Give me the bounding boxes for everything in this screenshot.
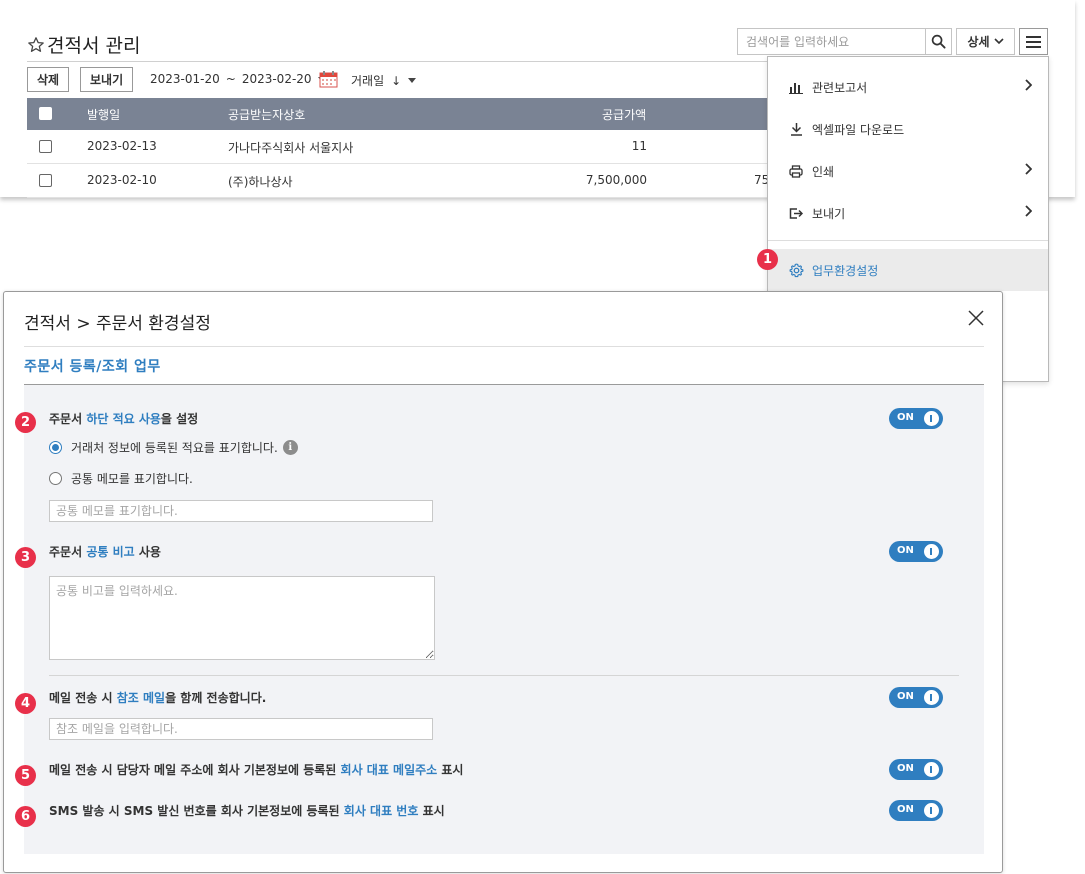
menu-item-export[interactable]: 보내기 bbox=[768, 192, 1048, 234]
settings-modal: 견적서 > 주문서 환경설정 주문서 등록/조회 업무 주문서 하단 적요 사용… bbox=[3, 291, 1003, 873]
rep-email-toggle[interactable]: ON bbox=[889, 759, 943, 780]
export-button[interactable]: 보내기 bbox=[80, 67, 134, 92]
footer-memo-toggle[interactable]: ON bbox=[889, 408, 943, 429]
panel-divider bbox=[49, 675, 959, 676]
header-issue-date: 발행일 bbox=[87, 108, 121, 122]
step-badge-4: 4 bbox=[15, 693, 36, 714]
row-amount: 7,500,000 bbox=[585, 173, 647, 187]
select-all-checkbox[interactable] bbox=[39, 107, 52, 120]
row-company[interactable]: 가나다주식회사 서울지사 bbox=[228, 139, 353, 156]
modal-title: 견적서 > 주문서 환경설정 bbox=[24, 314, 211, 334]
row-checkbox[interactable] bbox=[39, 174, 52, 187]
step-badge-1: 1 bbox=[757, 249, 778, 270]
export-icon bbox=[789, 207, 803, 219]
date-from: 2023-01-20 bbox=[150, 72, 220, 86]
row-amount: 11 bbox=[631, 139, 647, 153]
step-badge-3: 3 bbox=[15, 547, 36, 568]
step-badge-5: 5 bbox=[15, 765, 36, 786]
option-rep-number-label: SMS 발송 시 SMS 발신 번호를 회사 기본정보에 등록된 회사 대표 번… bbox=[49, 804, 445, 818]
search-input[interactable] bbox=[737, 28, 926, 55]
header-company: 공급받는자상호 bbox=[228, 108, 306, 122]
close-icon bbox=[968, 309, 984, 326]
menu-item-related-reports[interactable]: 관련보고서 bbox=[768, 66, 1048, 108]
row-company[interactable]: (주)하나상사 bbox=[228, 173, 293, 190]
radio-button[interactable] bbox=[49, 472, 62, 485]
modal-title-divider bbox=[24, 346, 984, 347]
sort-dropdown-icon bbox=[408, 78, 417, 83]
close-button[interactable] bbox=[966, 309, 986, 329]
search-icon bbox=[931, 34, 946, 49]
menu-divider bbox=[768, 240, 1048, 241]
radio-button-selected[interactable] bbox=[49, 441, 62, 454]
bar-chart-icon bbox=[789, 82, 803, 94]
printer-icon bbox=[789, 164, 803, 178]
common-memo-input[interactable] bbox=[49, 500, 433, 522]
menu-item-label: 보내기 bbox=[812, 206, 846, 221]
step-badge-6: 6 bbox=[15, 806, 36, 827]
title-divider bbox=[27, 61, 767, 62]
radio-client-memo[interactable]: 거래처 정보에 등록된 적요를 표기합니다. i bbox=[49, 439, 298, 456]
menu-item-print[interactable]: 인쇄 bbox=[768, 150, 1048, 192]
info-icon[interactable]: i bbox=[282, 440, 298, 455]
option-footer-memo-label: 주문서 하단 적요 사용을 설정 bbox=[49, 412, 199, 426]
cc-mail-toggle[interactable]: ON bbox=[889, 687, 943, 708]
date-to: 2023-02-20 bbox=[241, 72, 312, 86]
option-cc-mail-label: 메일 전송 시 참조 메일을 함께 전송합니다. bbox=[49, 691, 267, 705]
step-badge-2: 2 bbox=[15, 412, 36, 433]
date-separator: ~ bbox=[225, 72, 236, 86]
menu-item-label: 관련보고서 bbox=[812, 80, 868, 95]
search-button[interactable] bbox=[925, 28, 952, 55]
row-date: 2023-02-13 bbox=[87, 139, 157, 153]
row-checkbox[interactable] bbox=[39, 140, 52, 153]
option-rep-email-label: 메일 전송 시 담당자 메일 주소에 회사 기본정보에 등록된 회사 대표 메일… bbox=[49, 763, 464, 777]
detail-search-button[interactable]: 상세 bbox=[956, 28, 1015, 55]
sort-selector[interactable]: 거래일 ↓ bbox=[351, 72, 417, 89]
menu-item-work-settings[interactable]: 업무환경설정 bbox=[768, 249, 1048, 291]
cc-mail-input[interactable] bbox=[49, 718, 433, 740]
table-row[interactable]: 2023-02-10 (주)하나상사 7,500,000 750 bbox=[27, 164, 777, 198]
table-header: 발행일 공급받는자상호 공급가액 bbox=[27, 98, 767, 130]
rep-number-toggle[interactable]: ON bbox=[889, 800, 943, 821]
chevron-right-icon bbox=[1025, 79, 1032, 91]
menu-item-label: 업무환경설정 bbox=[812, 263, 879, 278]
detail-label: 상세 bbox=[967, 35, 990, 49]
menu-item-label: 인쇄 bbox=[812, 164, 835, 179]
date-range-selector[interactable]: 2023-01-20 ~ 2023-02-20 bbox=[150, 72, 326, 86]
chevron-right-icon bbox=[1025, 205, 1032, 217]
common-note-toggle[interactable]: ON bbox=[889, 541, 943, 562]
sort-direction-icon[interactable]: ↓ bbox=[391, 74, 401, 88]
chevron-down-icon bbox=[993, 38, 1004, 45]
option-common-note-label: 주문서 공통 비고 사용 bbox=[49, 545, 161, 559]
gear-icon bbox=[789, 263, 803, 277]
header-amount: 공급가액 bbox=[602, 108, 647, 122]
sort-label: 거래일 bbox=[351, 74, 385, 88]
delete-button[interactable]: 삭제 bbox=[27, 67, 70, 92]
page-title-text: 견적서 관리 bbox=[47, 35, 141, 57]
hamburger-icon bbox=[1026, 35, 1041, 48]
menu-item-excel-download[interactable]: 엑셀파일 다운로드 bbox=[768, 108, 1048, 150]
menu-item-label: 엑셀파일 다운로드 bbox=[812, 122, 905, 137]
section-title: 주문서 등록/조회 업무 bbox=[24, 359, 161, 375]
common-note-textarea[interactable] bbox=[49, 576, 435, 660]
download-icon bbox=[790, 123, 802, 136]
hamburger-menu-button[interactable] bbox=[1019, 28, 1048, 55]
table-row[interactable]: 2023-02-13 가나다주식회사 서울지사 11 bbox=[27, 130, 767, 164]
favorite-star-icon[interactable] bbox=[27, 36, 45, 54]
page-title: 견적서 관리 bbox=[27, 31, 140, 58]
radio-common-memo[interactable]: 공통 메모를 표기합니다. bbox=[49, 470, 193, 487]
settings-panel: 주문서 하단 적요 사용을 설정 ON 거래처 정보에 등록된 적요를 표기합니… bbox=[24, 385, 984, 854]
chevron-right-icon bbox=[1025, 163, 1032, 175]
calendar-icon[interactable] bbox=[319, 70, 338, 88]
row-date: 2023-02-10 bbox=[87, 173, 157, 187]
